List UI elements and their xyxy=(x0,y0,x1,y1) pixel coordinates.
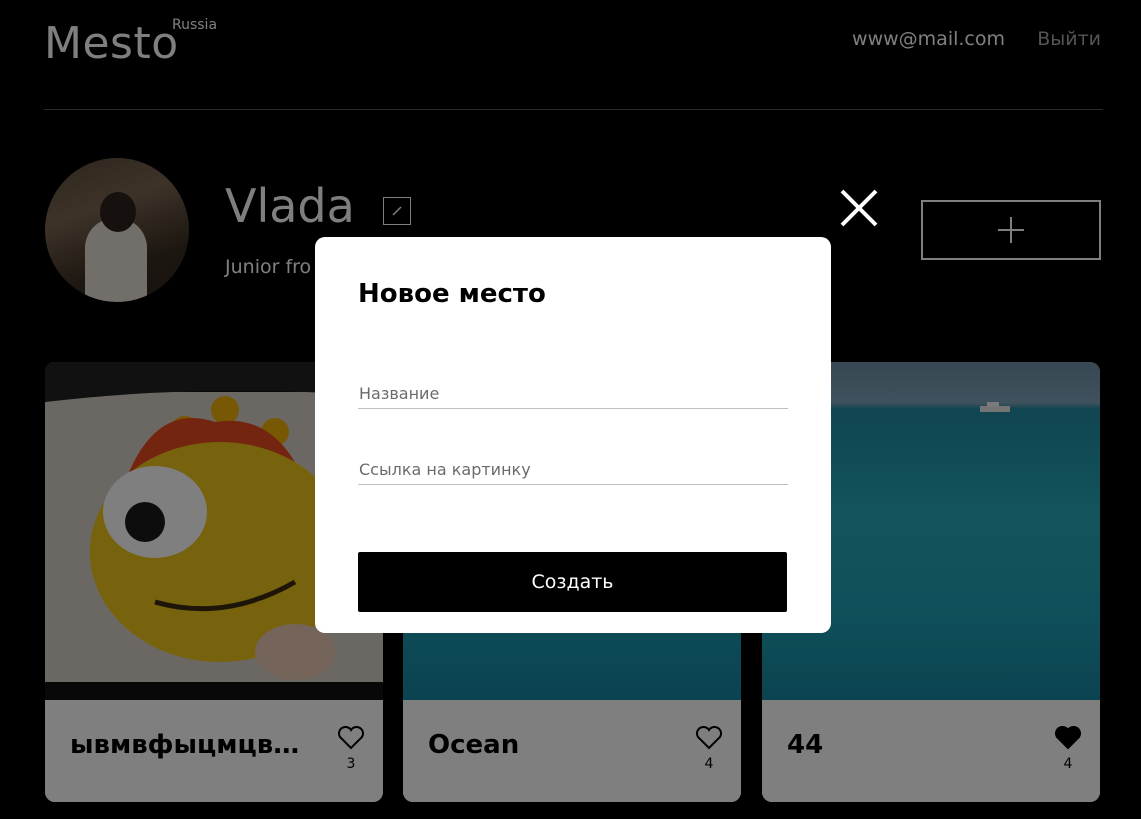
place-name-input[interactable] xyxy=(358,379,788,409)
close-icon[interactable] xyxy=(838,187,880,229)
create-button[interactable]: Создать xyxy=(358,552,787,612)
image-link-input[interactable] xyxy=(358,455,788,485)
page: Mesto Russia www@mail.com Выйти Vlada Ju… xyxy=(0,0,1141,819)
new-place-popup: Новое место Создать xyxy=(315,237,831,633)
popup-title: Новое место xyxy=(358,279,546,309)
